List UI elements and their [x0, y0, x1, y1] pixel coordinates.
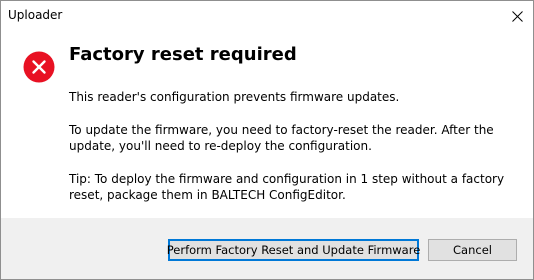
dialog-content: Factory reset required This reader's con… — [1, 31, 533, 218]
instruction-paragraph: To update the firmware, you need to fact… — [69, 123, 494, 153]
title-bar: Uploader — [1, 1, 533, 31]
uploader-dialog: Uploader Factory reset required This rea… — [0, 0, 534, 280]
factory-reset-update-button[interactable]: Perform Factory Reset and Update Firmwar… — [167, 239, 420, 261]
error-icon — [23, 51, 55, 83]
tip-paragraph: Tip: To deploy the firmware and configur… — [69, 172, 505, 202]
window-title: Uploader — [8, 8, 63, 22]
dialog-heading: Factory reset required — [69, 44, 297, 65]
button-bar: Perform Factory Reset and Update Firmwar… — [1, 218, 533, 279]
message-paragraph: This reader's configuration prevents fir… — [69, 90, 400, 104]
cancel-button[interactable]: Cancel — [428, 239, 517, 261]
close-icon — [511, 10, 523, 22]
close-button[interactable] — [501, 1, 533, 31]
